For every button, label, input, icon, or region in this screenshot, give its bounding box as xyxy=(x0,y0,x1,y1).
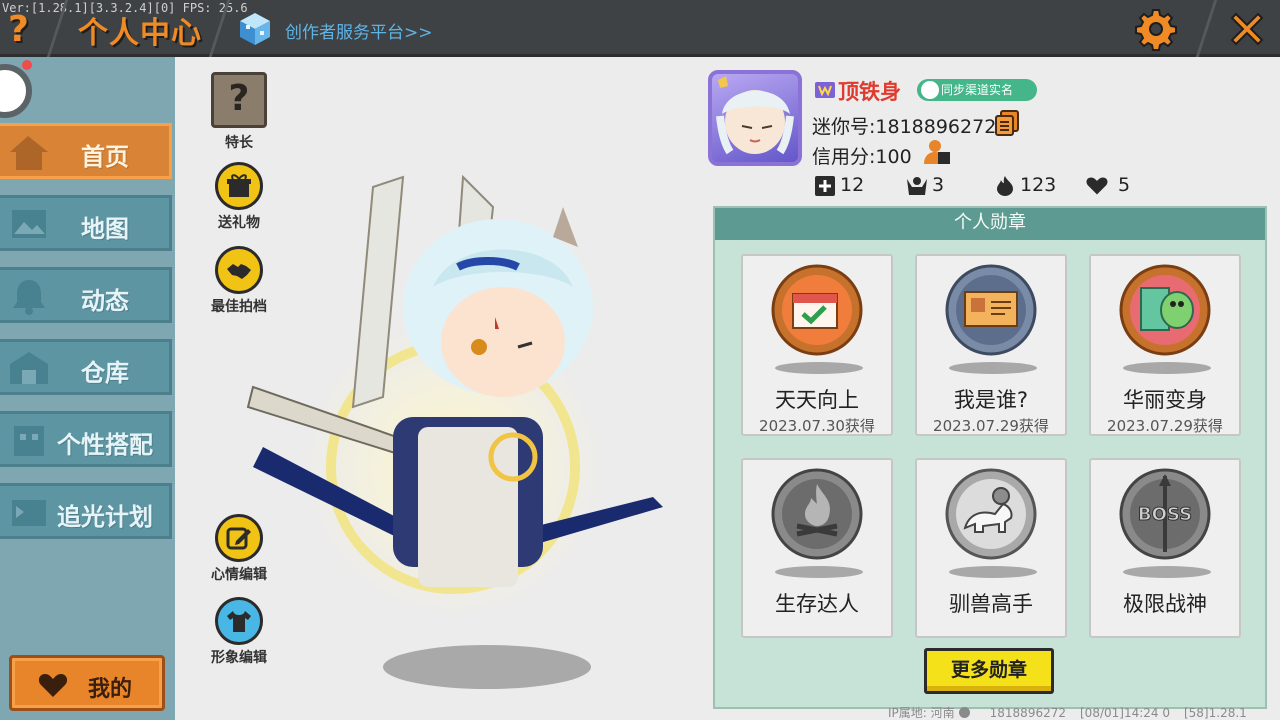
medal-date: 2023.07.29获得 xyxy=(1107,417,1223,435)
sidebar-item-label: 首页 xyxy=(81,143,129,171)
medal-card[interactable]: BOSS 极限战神 xyxy=(1089,458,1241,638)
medal-panel: 个人勋章 天天向上 2023.07.30获得 我是谁? 2023.07.29获得 xyxy=(713,206,1267,709)
medal-name: 华丽变身 xyxy=(1123,388,1207,412)
medal-name: 极限战神 xyxy=(1123,592,1207,616)
medal-header: 个人勋章 xyxy=(715,208,1265,240)
talent-label: 特长 xyxy=(225,135,253,151)
gear-icon[interactable] xyxy=(1134,7,1178,51)
cube-icon[interactable] xyxy=(238,11,272,47)
sidebar-item-feed[interactable]: 动态 xyxy=(0,267,172,323)
medal-shadow xyxy=(1123,362,1211,374)
sidebar-item-label: 地图 xyxy=(81,215,129,243)
medal-card[interactable]: 我是谁? 2023.07.29获得 xyxy=(915,254,1067,436)
divider xyxy=(1195,0,1218,57)
popularity-count: 123 xyxy=(1020,174,1057,196)
sidebar-item-label: 个性搭配 xyxy=(57,431,153,459)
medal-card[interactable]: 华丽变身 2023.07.29获得 xyxy=(1089,254,1241,436)
heart-icon xyxy=(38,674,68,697)
vip-icon xyxy=(815,82,835,98)
sidebar-item-warehouse[interactable]: 仓库 xyxy=(0,339,172,395)
medal-shadow xyxy=(775,566,863,578)
sidebar-item-home[interactable]: 首页 xyxy=(0,123,172,179)
fans-count: 3 xyxy=(932,174,945,196)
image-edit-label: 形象编辑 xyxy=(211,650,267,666)
help-icon[interactable]: ? xyxy=(8,10,40,50)
avatar-shadow xyxy=(383,645,591,689)
mine-button[interactable]: 我的 xyxy=(9,655,165,711)
sidebar: 首页 地图 动态 仓库 个性搭配 追光计划 xyxy=(0,57,175,720)
footer-info: IP属地: 河南 1818896272 [08/01]14:24 0 [58]1.28… xyxy=(888,704,1261,720)
medal-shadow xyxy=(1123,566,1211,578)
footer-time: [08/01]14:24 0 xyxy=(1080,706,1170,720)
boss-medal-icon: BOSS xyxy=(1119,468,1211,560)
horse-medal-icon xyxy=(945,468,1037,560)
mine-button-label: 我的 xyxy=(88,677,133,702)
medal-card[interactable]: 生存达人 xyxy=(741,458,893,638)
svg-text:BOSS: BOSS xyxy=(1138,504,1192,525)
close-icon[interactable] xyxy=(1226,8,1268,50)
avatar-stage: ? 特长 送礼物 最佳拍档 心情编辑 形象编辑 xyxy=(175,57,705,720)
sidebar-item-label: 动态 xyxy=(81,287,129,315)
more-medals-button[interactable]: 更多勋章 xyxy=(924,648,1054,694)
realname-badge[interactable]: 同步渠道实名 xyxy=(917,79,1037,101)
creator-platform-link[interactable]: 创作者服务平台>> xyxy=(285,18,433,43)
medal-name: 我是谁? xyxy=(953,388,1029,412)
medal-date: 2023.07.30获得 xyxy=(759,417,875,435)
plus-square-icon xyxy=(815,176,835,196)
ip-location: IP属地: 河南 xyxy=(888,706,976,720)
info-icon[interactable] xyxy=(958,707,970,718)
sidebar-item-label: 仓库 xyxy=(81,359,129,387)
page-title: 个人中心 xyxy=(78,16,202,51)
friends-count: 12 xyxy=(840,174,865,196)
avatar[interactable] xyxy=(708,70,802,166)
medal-name: 天天向上 xyxy=(775,388,859,412)
medal-shadow xyxy=(949,362,1037,374)
medal-shadow xyxy=(775,362,863,374)
question-block-icon: ? xyxy=(211,72,267,128)
heart-icon xyxy=(1086,177,1108,195)
realname-label: 同步渠道实名 xyxy=(941,83,1014,97)
username: 顶铁身 xyxy=(838,80,901,104)
transform-medal-icon xyxy=(1119,264,1211,356)
calendar-medal-icon xyxy=(771,264,863,356)
sidebar-item-outfit[interactable]: 个性搭配 xyxy=(0,411,172,467)
flame-icon xyxy=(997,176,1013,196)
ip-location-text: IP属地: 河南 xyxy=(888,706,955,720)
medal-card[interactable]: 天天向上 2023.07.30获得 xyxy=(741,254,893,436)
notification-dot xyxy=(22,60,32,70)
campfire-medal-icon xyxy=(771,468,863,560)
credit-score: 信用分:100 xyxy=(812,146,912,168)
sidebar-item-label: 追光计划 xyxy=(57,503,153,531)
medal-name: 生存达人 xyxy=(775,592,859,616)
medal-card[interactable]: 驯兽高手 xyxy=(915,458,1067,638)
top-bar: Ver:[1.28.1][3.3.2.4][0] FPS: 25.6 ? 个人中… xyxy=(0,0,1280,57)
mini-id: 迷你号:1818896272 xyxy=(812,116,997,138)
talent-button[interactable]: ? 特长 xyxy=(204,72,274,152)
medal-name: 驯兽高手 xyxy=(949,592,1033,616)
fans-icon xyxy=(907,177,927,195)
footer-version: [58]1.28.1 xyxy=(1183,706,1247,720)
character-avatar[interactable] xyxy=(233,167,683,637)
credit-icon[interactable] xyxy=(922,138,952,166)
medal-date: 2023.07.29获得 xyxy=(933,417,1049,435)
sidebar-item-map[interactable]: 地图 xyxy=(0,195,172,251)
avatar-portrait xyxy=(716,76,794,155)
footer-uid: 1818896272 xyxy=(989,706,1066,720)
sidebar-item-spotlight[interactable]: 追光计划 xyxy=(0,483,172,539)
id-card-medal-icon xyxy=(945,264,1037,356)
copy-icon[interactable] xyxy=(994,109,1020,137)
medal-shadow xyxy=(949,566,1037,578)
likes-count: 5 xyxy=(1118,174,1131,196)
user-icon xyxy=(921,81,939,99)
